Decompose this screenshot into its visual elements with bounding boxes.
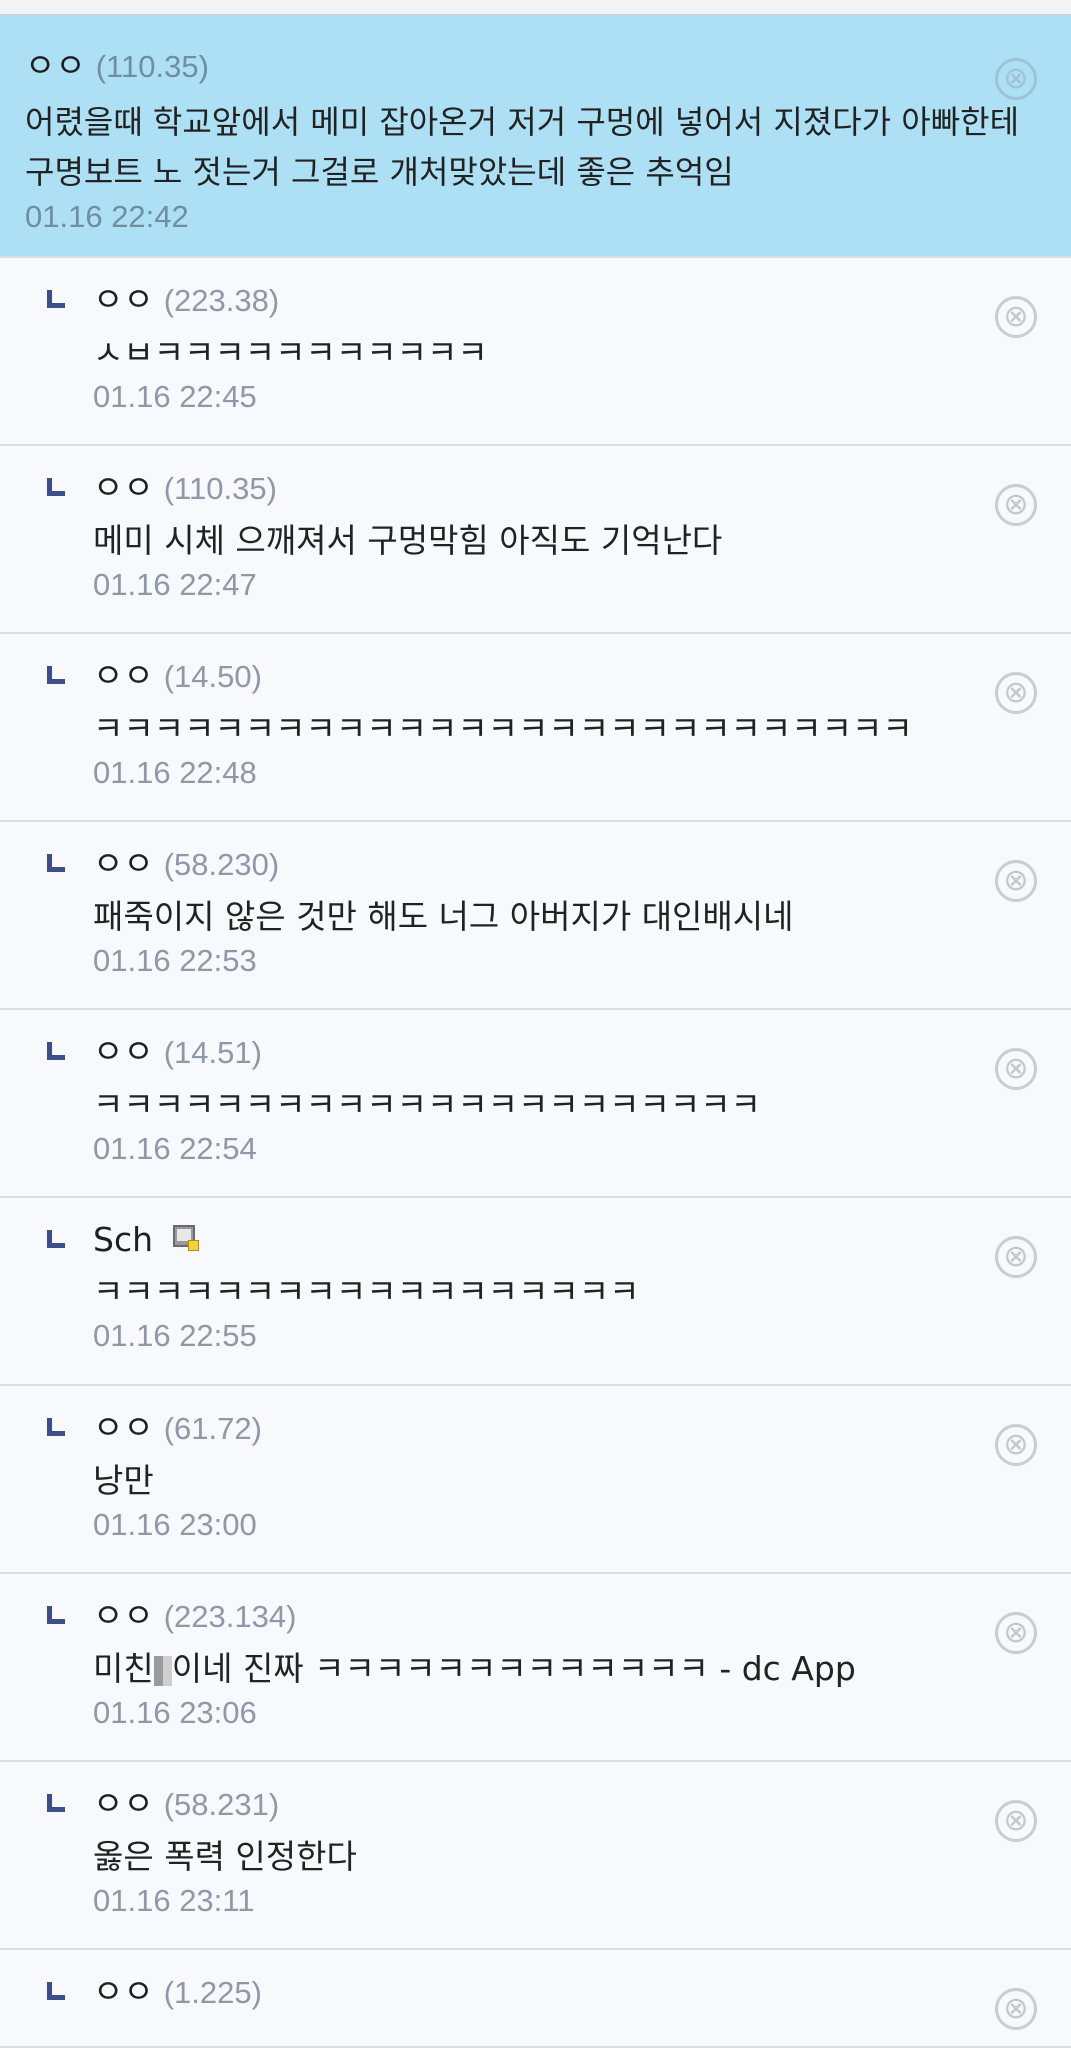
reply-ip: (14.50) [163,659,262,694]
reply-item: ㅇㅇ (58.230) 패죽이지 않은 것만 해도 너그 아버지가 대인배시네 … [0,822,1071,1010]
reply-header: Sch [93,1198,1071,1262]
reply-nickname[interactable]: Sch [93,1218,153,1262]
delete-close-icon[interactable]: ⊗ [995,860,1037,902]
reply-item: ㅇㅇ (223.38) ㅅㅂㅋㅋㅋㅋㅋㅋㅋㅋㅋㅋㅋ 01.16 22:45 ⊗ [0,258,1071,446]
reply-time: 01.16 23:11 [93,1883,255,1918]
reply-ip: (223.38) [163,283,280,318]
reply-nickname[interactable]: ㅇㅇ [93,1594,154,1638]
reply-header: ㅇㅇ (14.50) [93,634,1071,699]
reply-nickname[interactable]: ㅇㅇ [93,842,154,886]
delete-close-icon[interactable]: ⊗ [995,58,1037,100]
reply-time: 01.16 22:45 [93,379,257,414]
reply-ip: (1.225) [163,1975,262,2010]
delete-close-icon[interactable]: ⊗ [995,1612,1037,1654]
reply-header: ㅇㅇ (1.225) [93,1950,1071,2015]
reply-text: 옳은 폭력 인정한다 [93,1837,357,1876]
reply-arrow-icon [47,1042,65,1060]
censored-blur [153,1655,172,1686]
reply-arrow-icon [47,666,65,684]
reply-item: ㅇㅇ (14.51) ㅋㅋㅋㅋㅋㅋㅋㅋㅋㅋㅋㅋㅋㅋㅋㅋㅋㅋㅋㅋㅋㅋ 01.16 … [0,1010,1071,1198]
reply-header: ㅇㅇ (58.231) [93,1762,1071,1827]
comment-nickname[interactable]: ㅇㅇ [25,44,86,88]
delete-close-icon[interactable]: ⊗ [995,1988,1037,2030]
reply-time: 01.16 23:06 [93,1695,257,1730]
reply-arrow-icon [47,290,65,308]
reply-ip: (58.231) [163,1787,280,1822]
reply-text: ㅋㅋㅋㅋㅋㅋㅋㅋㅋㅋㅋㅋㅋㅋㅋㅋㅋㅋㅋㅋㅋㅋ [93,1085,761,1124]
reply-arrow-icon [47,1230,65,1248]
delete-close-icon[interactable]: ⊗ [995,1424,1037,1466]
top-bar [0,0,1071,16]
reply-arrow-icon [47,478,65,496]
comment-item-highlighted: ㅇㅇ (110.35) 어렸을때 학교앞에서 메미 잡아온거 저거 구멍에 넣어… [0,16,1071,258]
reply-ip: (61.72) [163,1411,262,1446]
comment-time: 01.16 22:42 [25,199,189,234]
reply-arrow-icon [47,1982,65,2000]
reply-item: ㅇㅇ (223.134) 미친 이네 진짜 ㅋㅋㅋㅋㅋㅋㅋㅋㅋㅋㅋㅋㅋ - dc … [0,1574,1071,1762]
reply-text: ㅋㅋㅋㅋㅋㅋㅋㅋㅋㅋㅋㅋㅋㅋㅋㅋㅋㅋ [93,1272,640,1311]
reply-ip: (223.134) [163,1599,297,1634]
reply-arrow-icon [47,854,65,872]
reply-time: 01.16 22:54 [93,1131,257,1166]
reply-text: ㅅㅂㅋㅋㅋㅋㅋㅋㅋㅋㅋㅋㅋ [93,333,488,372]
reply-time: 01.16 23:00 [93,1507,257,1542]
reply-item: ㅇㅇ (1.225) ⊗ [0,1950,1071,2048]
reply-header: ㅇㅇ (223.134) [93,1574,1071,1639]
reply-time: 01.16 22:47 [93,567,257,602]
reply-nickname[interactable]: ㅇㅇ [93,278,154,322]
comment-header: ㅇㅇ (110.35) [25,44,1046,89]
reply-nickname[interactable]: ㅇㅇ [93,466,154,510]
reply-header: ㅇㅇ (14.51) [93,1010,1071,1075]
reply-nickname[interactable]: ㅇㅇ [93,1406,154,1450]
reply-item: Sch ㅋㅋㅋㅋㅋㅋㅋㅋㅋㅋㅋㅋㅋㅋㅋㅋㅋㅋ 01.16 22:55 ⊗ [0,1198,1071,1386]
reply-item: ㅇㅇ (61.72) 낭만 01.16 23:00 ⊗ [0,1386,1071,1574]
delete-close-icon[interactable]: ⊗ [995,1800,1037,1842]
reply-text: 패죽이지 않은 것만 해도 너그 아버지가 대인배시네 [93,897,794,936]
reply-nickname[interactable]: ㅇㅇ [93,654,154,698]
reply-nickname[interactable]: ㅇㅇ [93,1030,154,1074]
reply-ip: (14.51) [163,1035,262,1070]
reply-arrow-icon [47,1606,65,1624]
reply-header: ㅇㅇ (223.38) [93,258,1071,323]
reply-text-part: 이네 진짜 ㅋㅋㅋㅋㅋㅋㅋㅋㅋㅋㅋㅋㅋ - dc App [171,1649,856,1688]
reply-item: ㅇㅇ (110.35) 메미 시체 으깨져서 구멍막힘 아직도 기억난다 01.… [0,446,1071,634]
comment-ip: (110.35) [95,49,209,84]
reply-text: 메미 시체 으깨져서 구멍막힘 아직도 기억난다 [93,521,723,560]
reply-time: 01.16 22:48 [93,755,257,790]
reply-nickname[interactable]: ㅇㅇ [93,1970,154,2014]
reply-header: ㅇㅇ (58.230) [93,822,1071,887]
reply-ip: (110.35) [163,471,277,506]
reply-ip: (58.230) [163,847,280,882]
reply-text: ㅋㅋㅋㅋㅋㅋㅋㅋㅋㅋㅋㅋㅋㅋㅋㅋㅋㅋㅋㅋㅋㅋㅋㅋㅋㅋㅋ [93,709,913,748]
fixed-nick-gallery-icon [173,1225,200,1251]
delete-close-icon[interactable]: ⊗ [995,296,1037,338]
reply-time: 01.16 22:55 [93,1318,257,1353]
reply-arrow-icon [47,1794,65,1812]
delete-close-icon[interactable]: ⊗ [995,484,1037,526]
comment-text: 어렸을때 학교앞에서 메미 잡아온거 저거 구멍에 넣어서 지졌다가 아빠한테 … [25,103,1020,191]
reply-arrow-icon [47,1418,65,1436]
delete-close-icon[interactable]: ⊗ [995,672,1037,714]
reply-text-part: 미친 [93,1649,154,1688]
reply-text: 낭만 [93,1461,154,1500]
delete-close-icon[interactable]: ⊗ [995,1048,1037,1090]
reply-nickname[interactable]: ㅇㅇ [93,1782,154,1826]
reply-header: ㅇㅇ (110.35) [93,446,1071,511]
reply-time: 01.16 22:53 [93,943,257,978]
reply-text: 미친 이네 진짜 ㅋㅋㅋㅋㅋㅋㅋㅋㅋㅋㅋㅋㅋ - dc App [93,1645,1071,1693]
reply-item: ㅇㅇ (14.50) ㅋㅋㅋㅋㅋㅋㅋㅋㅋㅋㅋㅋㅋㅋㅋㅋㅋㅋㅋㅋㅋㅋㅋㅋㅋㅋㅋ 0… [0,634,1071,822]
reply-header: ㅇㅇ (61.72) [93,1386,1071,1451]
reply-item: ㅇㅇ (58.231) 옳은 폭력 인정한다 01.16 23:11 ⊗ [0,1762,1071,1950]
delete-close-icon[interactable]: ⊗ [995,1236,1037,1278]
